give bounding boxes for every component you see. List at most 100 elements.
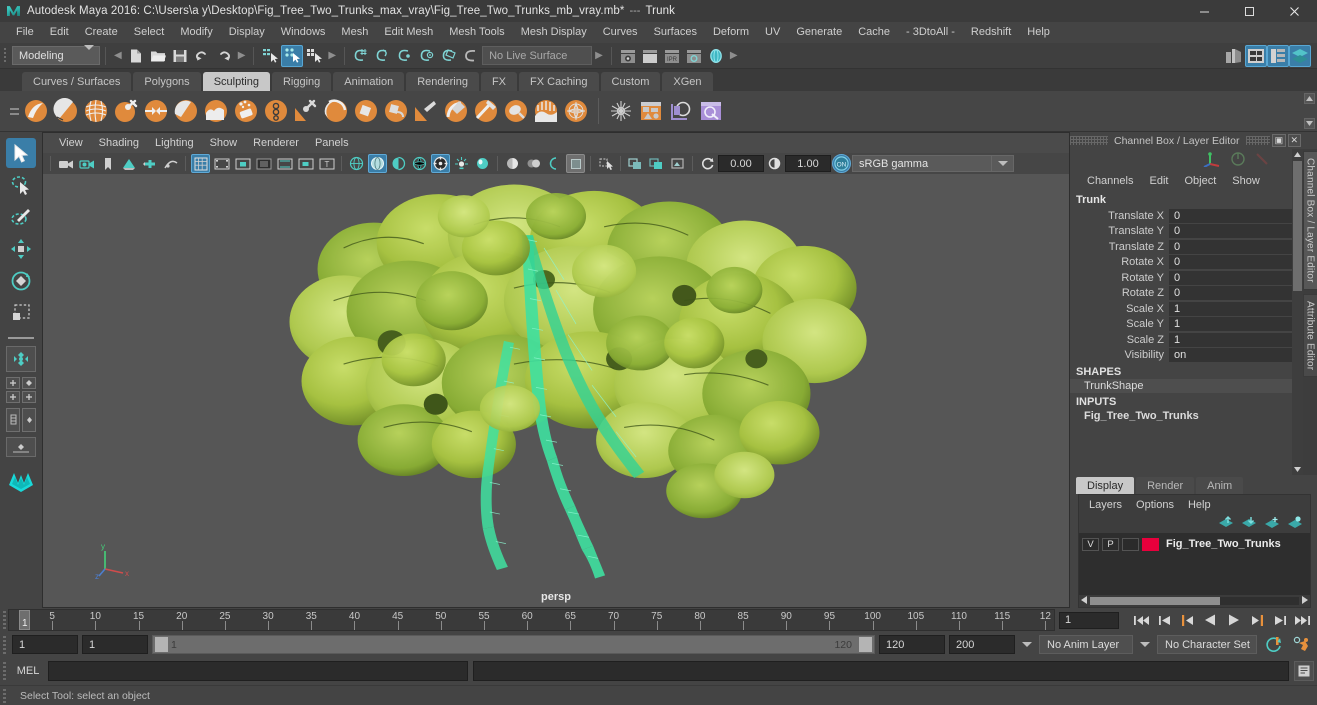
multisample-icon[interactable]	[524, 154, 543, 173]
status-collapse-left-icon[interactable]: ◀	[111, 50, 125, 61]
shelf-tab-curves-surfaces[interactable]: Curves / Surfaces	[22, 72, 132, 91]
current-frame-field[interactable]: 1	[1059, 611, 1119, 629]
save-scene-icon[interactable]	[169, 45, 191, 67]
manipulator-axis-icon[interactable]	[1202, 151, 1222, 170]
command-output-field[interactable]	[473, 661, 1289, 681]
minimize-button[interactable]	[1182, 0, 1227, 22]
move-tool-button[interactable]	[6, 234, 36, 264]
smear-tool-icon[interactable]	[442, 97, 470, 125]
attribute-value-field[interactable]: on	[1169, 348, 1292, 363]
attribute-value-field[interactable]: 0	[1169, 224, 1292, 239]
shelf-scroll-down-icon[interactable]	[1303, 118, 1315, 129]
shelf-tab-fx-caching[interactable]: FX Caching	[519, 72, 599, 91]
screen-space-ao-icon[interactable]	[473, 154, 492, 173]
layout-quad-tl-icon[interactable]	[6, 377, 20, 389]
panel-close-button[interactable]: ✕	[1287, 134, 1302, 147]
select-by-object-icon[interactable]	[281, 44, 304, 67]
occlusion-icon[interactable]	[161, 154, 180, 173]
pinch-tool-icon[interactable]	[142, 97, 170, 125]
scroll-down-icon[interactable]	[1292, 464, 1303, 475]
menu-edit[interactable]: Edit	[42, 22, 77, 43]
sculpt-tool-icon[interactable]	[22, 97, 50, 125]
step-back-keyframe-icon[interactable]	[1154, 611, 1175, 630]
flatten-tool-icon[interactable]	[172, 97, 200, 125]
status-expand-2-icon[interactable]: ▶	[325, 50, 339, 61]
play-forwards-icon[interactable]	[1223, 611, 1244, 630]
menu-mesh-tools[interactable]: Mesh Tools	[441, 22, 512, 43]
snap-to-curve-icon[interactable]	[372, 45, 394, 67]
attribute-value-field[interactable]: 1	[1169, 332, 1292, 347]
uv-editor-icon[interactable]	[637, 97, 665, 125]
menu-select[interactable]: Select	[126, 22, 173, 43]
maximize-button[interactable]	[1227, 0, 1272, 22]
film-origin-icon[interactable]	[275, 154, 294, 173]
isolate-select-icon[interactable]	[545, 154, 564, 173]
layout-quad-tr-icon[interactable]	[22, 377, 36, 389]
step-forward-frame-icon[interactable]	[1246, 611, 1267, 630]
snap-to-view-plane-icon[interactable]	[438, 45, 460, 67]
snap-to-projected-center-icon[interactable]	[416, 45, 438, 67]
layer-menu-help[interactable]: Help	[1182, 499, 1217, 511]
layer-visibility-toggle[interactable]: V	[1082, 537, 1099, 551]
shelf-tab-fx[interactable]: FX	[480, 72, 518, 91]
multi-brush-icon[interactable]	[697, 97, 725, 125]
gamma-reset-icon[interactable]	[765, 154, 784, 173]
new-scene-icon[interactable]	[125, 45, 147, 67]
gate-mask-icon[interactable]	[254, 154, 273, 173]
viewport-menu-renderer[interactable]: Renderer	[245, 137, 307, 149]
show-manip-tool-icon[interactable]	[1230, 151, 1246, 170]
layer-tab-display[interactable]: Display	[1076, 477, 1135, 494]
layer-list[interactable]: V P Fig_Tree_Two_Trunks	[1079, 533, 1310, 595]
menu-display[interactable]: Display	[221, 22, 273, 43]
safe-action-icon[interactable]	[296, 154, 315, 173]
two-d-pan-zoom-icon[interactable]	[140, 154, 159, 173]
paint-select-tool-button[interactable]	[6, 202, 36, 232]
shelf-tab-sculpting[interactable]: Sculpting	[202, 72, 270, 91]
status-expand-1-icon[interactable]: ▶	[235, 50, 249, 61]
hypershade-layout-button[interactable]	[6, 462, 36, 496]
viewport-snapshot-icon[interactable]	[668, 154, 687, 173]
grab-tool-icon[interactable]	[112, 97, 140, 125]
snap-to-point-icon[interactable]	[394, 45, 416, 67]
undo-icon[interactable]	[191, 45, 213, 67]
safe-title-icon[interactable]: T	[317, 154, 336, 173]
layer-color-swatch[interactable]	[1142, 537, 1159, 551]
redo-icon[interactable]	[213, 45, 235, 67]
step-back-frame-icon[interactable]	[1177, 611, 1198, 630]
layer-type-toggle[interactable]	[1122, 537, 1139, 551]
foamy-tool-icon[interactable]	[202, 97, 230, 125]
command-language-label[interactable]: MEL	[13, 665, 43, 677]
camera-attributes-icon[interactable]	[77, 154, 96, 173]
auto-keyframe-icon[interactable]	[1261, 635, 1285, 654]
channel-box-menu-edit[interactable]: Edit	[1142, 175, 1175, 187]
animation-end-field[interactable]: 200	[949, 635, 1015, 654]
shadows-icon[interactable]	[452, 154, 471, 173]
remove-selected-from-layer-icon[interactable]	[1286, 515, 1303, 532]
knife-tool-icon[interactable]	[412, 97, 440, 125]
layer-tab-anim[interactable]: Anim	[1196, 477, 1244, 494]
shelf-tab-rendering[interactable]: Rendering	[406, 72, 479, 91]
viewport-menu-panels[interactable]: Panels	[307, 137, 357, 149]
attribute-value-field[interactable]: 0	[1169, 255, 1292, 270]
rotate-tool-button[interactable]	[6, 266, 36, 296]
attribute-value-field[interactable]: 1	[1169, 301, 1292, 316]
menu-modify[interactable]: Modify	[172, 22, 220, 43]
range-slider-bar[interactable]: 1 120	[152, 635, 875, 654]
status-expand-4-icon[interactable]: ▶	[727, 50, 741, 61]
character-set-selector[interactable]: No Character Set	[1157, 635, 1257, 654]
menu-edit-mesh[interactable]: Edit Mesh	[376, 22, 441, 43]
menu-windows[interactable]: Windows	[273, 22, 334, 43]
modeling-toolkit-icon[interactable]	[1223, 45, 1245, 67]
playback-end-field[interactable]: 120	[879, 635, 945, 654]
new-layer-icon[interactable]	[1217, 515, 1234, 532]
go-to-end-icon[interactable]	[1292, 611, 1313, 630]
single-perspective-layout-button[interactable]	[6, 346, 36, 372]
time-slider[interactable]: 1 5 10 15 20 25 30 35 40 45 50 55 60 65 70 75 80 85 90 95 1…	[8, 609, 1055, 631]
xray-joints-icon[interactable]	[596, 154, 615, 173]
menu-generate[interactable]: Generate	[788, 22, 850, 43]
menu-curves[interactable]: Curves	[595, 22, 646, 43]
persp-outliner-layout-button[interactable]	[6, 408, 36, 432]
menu-3dtoall[interactable]: - 3DtoAll -	[898, 22, 963, 43]
character-set-chevron-down-icon[interactable]	[1137, 635, 1153, 654]
image-plane-icon[interactable]	[119, 154, 138, 173]
